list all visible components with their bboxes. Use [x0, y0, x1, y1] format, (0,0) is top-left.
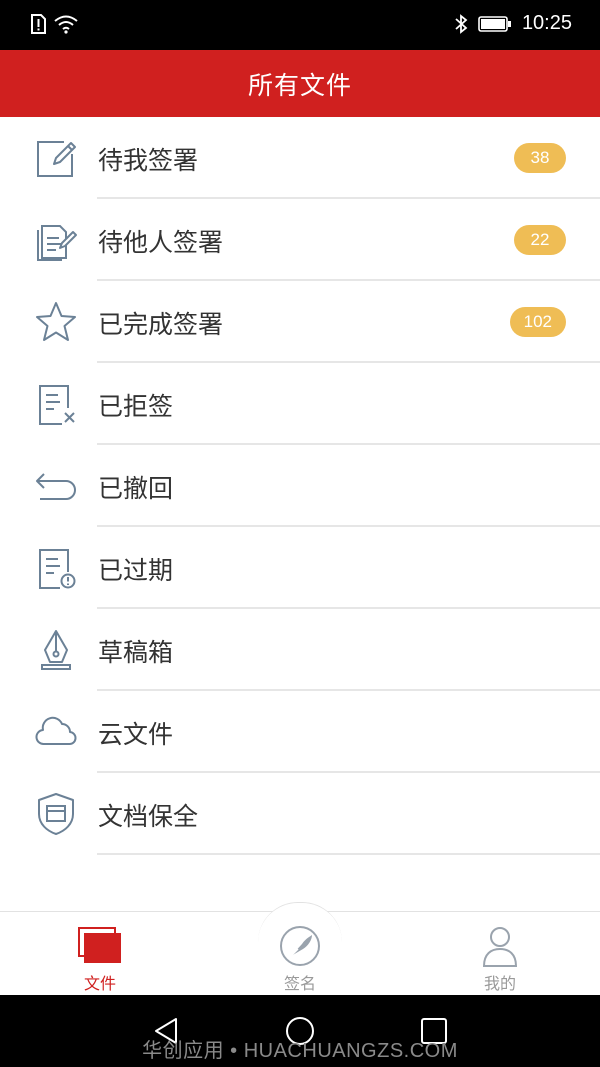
bluetooth-icon	[455, 13, 468, 34]
files-icon	[78, 927, 121, 963]
tab-mine[interactable]: 我的	[400, 912, 600, 996]
file-category-list: 待我签署 38 待他人签署 22 已完成签署 102 已拒签 已撤回 已过期 草…	[0, 117, 600, 855]
list-item-label: 待他人签署	[98, 228, 224, 257]
list-item-completed[interactable]: 已完成签署 102	[0, 281, 600, 363]
list-item-drafts[interactable]: 草稿箱	[0, 609, 600, 691]
list-item-label: 文档保全	[98, 802, 199, 831]
document-reject-icon	[39, 385, 75, 425]
list-item-document-preservation[interactable]: 文档保全	[0, 773, 600, 855]
list-item-label: 云文件	[98, 720, 174, 749]
list-item-label: 草稿箱	[98, 638, 174, 667]
divider	[97, 853, 600, 855]
watermark: 华创应用 • HUACHUANGZS.COM	[142, 1040, 458, 1062]
list-item-label: 已撤回	[98, 474, 174, 503]
count-badge: 22	[514, 225, 566, 255]
count-badge: 102	[509, 307, 566, 337]
tab-label: 签名	[283, 974, 316, 993]
document-expired-icon	[39, 549, 76, 589]
list-item-cloud-files[interactable]: 云文件	[0, 691, 600, 773]
list-item-label: 已过期	[98, 556, 174, 585]
undo-arrow-icon	[36, 473, 76, 500]
page-title: 所有文件	[247, 70, 352, 100]
tab-signature[interactable]: 签名	[200, 912, 400, 996]
list-item-label: 已完成签署	[98, 310, 224, 339]
list-item-label: 待我签署	[98, 146, 199, 175]
cloud-icon	[35, 716, 77, 745]
count-badge: 38	[514, 143, 566, 173]
status-bar: 10:25	[0, 0, 600, 50]
shield-icon	[38, 793, 74, 835]
app-header: 所有文件	[0, 50, 600, 117]
edit-document-icon	[37, 141, 76, 177]
list-item-rejected[interactable]: 已拒签	[0, 363, 600, 445]
tab-files[interactable]: 文件	[0, 912, 200, 996]
tab-label: 我的	[483, 974, 516, 993]
star-icon	[36, 302, 76, 341]
list-item-expired[interactable]: 已过期	[0, 527, 600, 609]
list-item-pending-my-signature[interactable]: 待我签署 38	[0, 117, 600, 199]
bottom-tab-bar: 文件 签名 我的	[0, 902, 600, 996]
alert-sim-icon	[31, 14, 46, 34]
user-icon	[482, 927, 518, 967]
battery-icon	[478, 15, 511, 32]
pen-nib-icon	[41, 630, 71, 670]
tab-label: 文件	[83, 974, 116, 993]
list-item-label: 已拒签	[98, 392, 174, 421]
documents-sign-icon	[37, 225, 77, 261]
wifi-icon	[54, 15, 78, 34]
signature-quill-icon	[280, 926, 320, 966]
list-item-withdrawn[interactable]: 已撤回	[0, 445, 600, 527]
list-item-pending-others-signature[interactable]: 待他人签署 22	[0, 199, 600, 281]
status-time: 10:25	[521, 12, 572, 34]
